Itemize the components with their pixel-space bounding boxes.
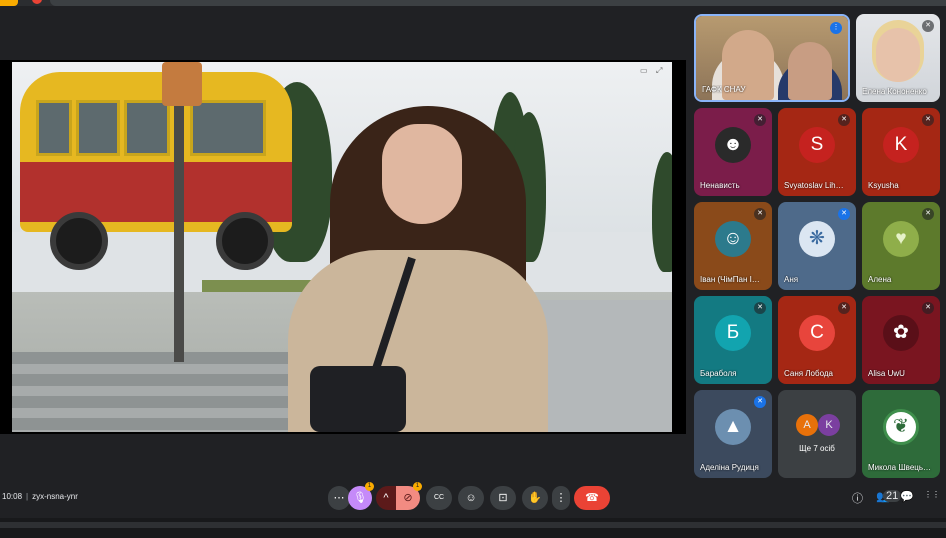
letter-avatar: K [883, 126, 919, 163]
people-count-badge: 21 [883, 490, 902, 502]
emoji-icon: ☺ [465, 492, 477, 504]
browser-top-strip [0, 0, 946, 6]
participant-name: Алена [868, 275, 892, 284]
participant-tile[interactable]: ❋ ✕ Аня [778, 202, 856, 290]
emoji-reactions-button[interactable]: ☺ [458, 486, 484, 510]
participant-name: Микола Швець… [868, 463, 932, 472]
participant-tile[interactable]: ❦ Микола Швець… [862, 390, 940, 478]
taskbar [0, 518, 946, 538]
participant-tile-gafk[interactable]: ⋮ ГАФК СНАУ [694, 14, 850, 102]
participant-tile[interactable]: ☺ ✕ Іван (ЧімПан І… [694, 202, 772, 290]
participant-tile[interactable]: K ✕ Ksyusha [862, 108, 940, 196]
profile-avatar: ▲ [715, 408, 751, 445]
microphone-button[interactable]: 🎙 1 [348, 482, 374, 510]
letter-avatar: А [796, 414, 818, 436]
mic-muted-icon: ✕ [922, 114, 934, 126]
participant-name: Аделіна Рудиця [700, 463, 759, 472]
participant-name: Іван (ЧімПан І… [700, 275, 760, 284]
mic-icon: 🎙 [353, 492, 367, 504]
minimize-icon[interactable]: ▭ [640, 66, 648, 75]
participant-name: Саня Лобода [784, 369, 833, 378]
camera-off-icon: ⊘ [403, 492, 413, 504]
participant-tile[interactable]: С ✕ Саня Лобода [778, 296, 856, 384]
profile-avatar: ☺ [715, 220, 751, 257]
clock-time: 10:08 [2, 492, 23, 501]
mic-badge: 1 [365, 482, 374, 491]
participant-tile[interactable]: ☻ ✕ Ненависть [694, 108, 772, 196]
address-bar[interactable] [50, 0, 946, 6]
meeting-info: 10:08 | zyx-nsna-ynr [2, 492, 78, 501]
meeting-code: zyx-nsna-ynr [32, 492, 78, 501]
more-vert-icon: ⋮ [555, 492, 567, 504]
mic-muted-icon: ✕ [922, 302, 934, 314]
participant-tile[interactable]: Б ✕ Бараболя [694, 296, 772, 384]
participant-name: ГАФК СНАУ [702, 85, 746, 94]
letter-avatar: Б [715, 314, 751, 351]
leave-call-button[interactable]: ☎ [574, 486, 610, 510]
speaking-indicator-icon: ⋮ [830, 22, 842, 34]
mic-muted-icon: ✕ [922, 20, 934, 32]
participant-name: Svyatoslav Lih… [784, 181, 844, 190]
present-icon: ⊡ [498, 492, 508, 504]
raise-hand-button[interactable]: ✋ [522, 486, 548, 510]
present-screen-button[interactable]: ⊡ [490, 486, 516, 510]
letter-avatar: S [799, 126, 835, 163]
camera-toggle-button[interactable]: ⊘ 1 [396, 482, 422, 510]
camera-options-button[interactable]: ^ [376, 486, 396, 510]
more-options-button[interactable]: ⋮ [552, 486, 570, 510]
letter-avatar: С [799, 314, 835, 351]
mic-muted-icon: ✕ [922, 208, 934, 220]
participant-tile[interactable]: ✿ ✕ Alisa UwU [862, 296, 940, 384]
hangup-icon: ☎ [585, 492, 599, 504]
profile-avatar: ❦ [883, 408, 919, 445]
recording-indicator-icon [32, 0, 42, 4]
mic-muted-icon: ✕ [838, 114, 850, 126]
participant-tile-elena[interactable]: ✕ Елена Кононенко [856, 14, 940, 102]
meeting-control-bar: 10:08 | zyx-nsna-ynr ⋯ 🎙 1 ^ ⊘ 1 CC ☺ ⊡ ✋ … [0, 480, 946, 516]
participant-tile[interactable]: S ✕ Svyatoslav Lih… [778, 108, 856, 196]
taskbar-strip [0, 522, 946, 528]
camera-badge: 1 [413, 482, 422, 491]
handbag [310, 366, 406, 432]
profile-avatar: ♥ [883, 220, 919, 257]
participant-tile[interactable]: ▲ ✕ Аделіна Рудиця [694, 390, 772, 478]
meeting-details-icon[interactable]: ⓘ [852, 490, 863, 506]
vintage-bus-image [20, 72, 292, 270]
profile-avatar: ☻ [715, 126, 751, 163]
mic-muted-icon: ✕ [754, 114, 766, 126]
mic-muted-icon: ✕ [754, 302, 766, 314]
mic-muted-icon: ✕ [838, 302, 850, 314]
others-count-label: Ще 7 осіб [799, 444, 835, 453]
participant-name: Бараболя [700, 369, 737, 378]
profile-avatar: ❋ [799, 220, 835, 257]
letter-avatar: K [818, 414, 840, 436]
others-tile[interactable]: А K Ще 7 осіб [778, 390, 856, 478]
participant-name: Елена Кононенко [862, 87, 927, 96]
tab-indicator [0, 0, 18, 6]
caret-up-icon: ^ [383, 492, 389, 504]
chat-icon[interactable]: 💬 [900, 490, 914, 503]
participant-name: Ненависть [700, 181, 740, 190]
captions-button[interactable]: CC [426, 486, 452, 510]
mic-muted-icon: ✕ [754, 208, 766, 220]
mic-muted-icon: ✕ [838, 208, 850, 220]
hand-icon: ✋ [528, 492, 542, 504]
more-options-left-button[interactable]: ⋯ [328, 486, 350, 510]
participant-name: Alisa UwU [868, 369, 905, 378]
mic-muted-icon: ✕ [754, 396, 766, 408]
participant-name: Ksyusha [868, 181, 899, 190]
activities-icon[interactable]: ⋮⋮ [924, 490, 940, 499]
profile-avatar: ✿ [883, 314, 919, 351]
expand-icon[interactable]: ⤢ [656, 66, 662, 76]
participant-tile[interactable]: ♥ ✕ Алена [862, 202, 940, 290]
participant-name: Аня [784, 275, 799, 284]
shared-video: ▭ ⤢ [12, 62, 672, 432]
captions-icon: CC [433, 494, 445, 501]
